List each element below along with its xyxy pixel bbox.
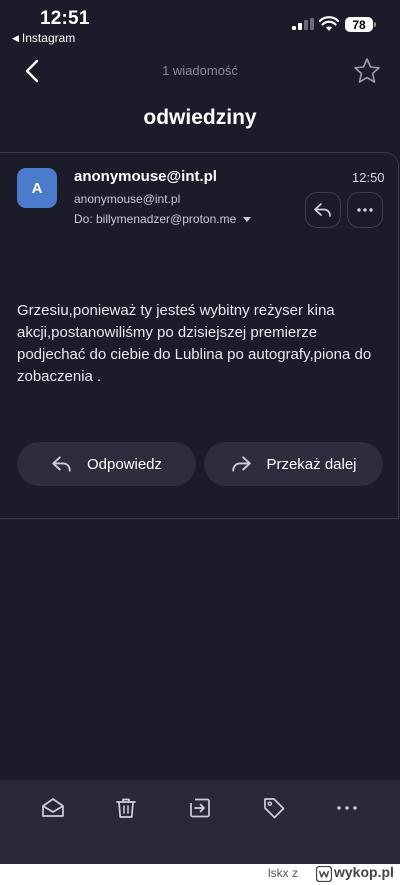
wifi-icon (319, 16, 339, 31)
email-subject: odwiedziny (143, 106, 257, 129)
cellular-signal-icon (292, 18, 314, 30)
more-icon[interactable] (334, 795, 360, 821)
more-dots-icon (357, 208, 373, 212)
bottom-toolbar (0, 780, 400, 864)
reply-icon-button[interactable] (305, 192, 341, 228)
sender-avatar: A (17, 168, 57, 208)
reply-icon (314, 203, 331, 217)
trash-icon[interactable] (113, 795, 139, 821)
email-body: Grzesiu,ponieważ ty jesteś wybitny reżys… (17, 302, 372, 385)
reply-label: Odpowiedz (86, 455, 163, 473)
label-icon[interactable] (261, 795, 287, 821)
back-triangle-icon: ◀ (12, 32, 19, 43)
back-to-app-link[interactable]: ◀ Instagram (12, 31, 75, 45)
battery-indicator: 78 (345, 17, 373, 32)
recipient-details[interactable]: Do: billymenadzer@proton.me (74, 212, 254, 226)
message-count: 1 wiadomość (162, 63, 238, 78)
wykop-logo-icon (316, 866, 332, 882)
sender-email: anonymouse@int.pl (74, 192, 181, 206)
watermark-author: lskx z (268, 866, 298, 880)
watermark-site: wykop.pl (334, 864, 394, 880)
sender-name: anonymouse@int.pl (74, 168, 217, 185)
star-icon[interactable] (352, 56, 382, 86)
reply-icon (52, 456, 71, 472)
forward-button[interactable]: Przekaż dalej (204, 442, 383, 486)
reply-button[interactable]: Odpowiedz (17, 442, 196, 486)
status-time: 12:51 (40, 8, 90, 29)
caret-down-icon (243, 217, 252, 222)
message-time: 12:50 (352, 170, 385, 185)
forward-label: Przekaż dalej (266, 455, 357, 473)
back-app-label: Instagram (21, 31, 76, 45)
forward-icon (232, 456, 252, 472)
move-icon[interactable] (187, 795, 213, 821)
more-options-button[interactable] (347, 192, 383, 228)
battery-tip (374, 22, 376, 27)
mark-unread-icon[interactable] (40, 795, 66, 821)
recipient-label: Do: billymenadzer@proton.me (74, 212, 237, 226)
